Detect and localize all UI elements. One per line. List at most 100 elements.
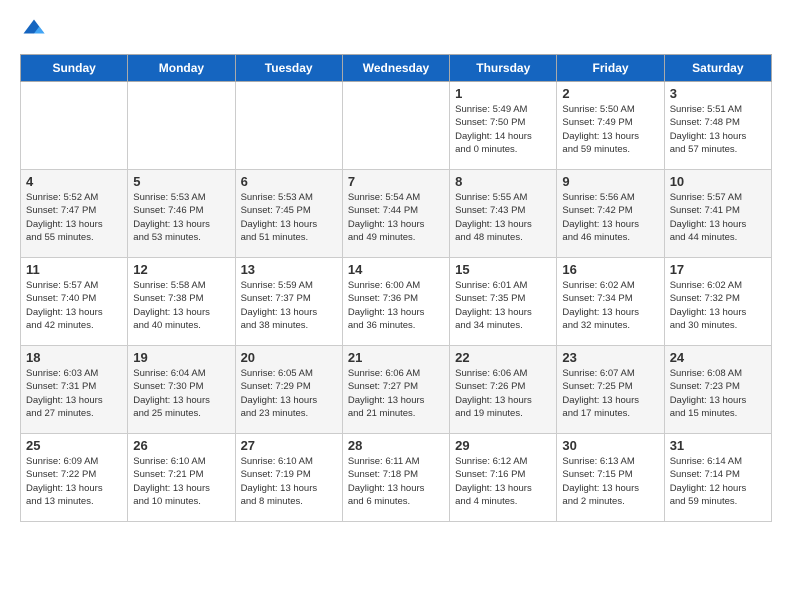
calendar-week-row: 25 Sunrise: 6:09 AM Sunset: 7:22 PM Dayli… (21, 434, 772, 522)
empty-day-cell (128, 82, 235, 170)
calendar-day-cell: 23Sunrise: 6:07 AM Sunset: 7:25 PM Dayli… (557, 346, 664, 434)
day-info: Sunrise: 5:52 AM Sunset: 7:47 PM Dayligh… (26, 191, 122, 244)
logo (20, 16, 52, 44)
day-number: 23 (562, 350, 658, 365)
day-number: 29 (455, 438, 551, 453)
day-number: 27 (241, 438, 337, 453)
day-number: 5 (133, 174, 229, 189)
calendar-day-cell: 15Sunrise: 6:01 AM Sunset: 7:35 PM Dayli… (450, 258, 557, 346)
calendar-day-cell: 21 Sunrise: 6:06 AM Sunset: 7:27 PM Dayli… (342, 346, 449, 434)
calendar-day-cell: 11Sunrise: 5:57 AM Sunset: 7:40 PM Dayli… (21, 258, 128, 346)
day-info: Sunrise: 5:50 AM Sunset: 7:49 PM Dayligh… (562, 103, 658, 156)
calendar-day-cell: 13 Sunrise: 5:59 AM Sunset: 7:37 PM Dayli… (235, 258, 342, 346)
day-info: Sunrise: 5:53 AM Sunset: 7:45 PM Dayligh… (241, 191, 337, 244)
weekday-header-row: SundayMondayTuesdayWednesdayThursdayFrid… (21, 55, 772, 82)
day-info: Sunrise: 6:01 AM Sunset: 7:35 PM Dayligh… (455, 279, 551, 332)
calendar-day-cell: 8 Sunrise: 5:55 AM Sunset: 7:43 PM Daylig… (450, 170, 557, 258)
calendar-day-cell: 6 Sunrise: 5:53 AM Sunset: 7:45 PM Daylig… (235, 170, 342, 258)
calendar-day-cell: 5 Sunrise: 5:53 AM Sunset: 7:46 PM Daylig… (128, 170, 235, 258)
empty-day-cell (21, 82, 128, 170)
calendar-day-cell: 1Sunrise: 5:49 AM Sunset: 7:50 PM Daylig… (450, 82, 557, 170)
day-number: 20 (241, 350, 337, 365)
day-number: 10 (670, 174, 766, 189)
day-info: Sunrise: 5:55 AM Sunset: 7:43 PM Dayligh… (455, 191, 551, 244)
day-info: Sunrise: 5:58 AM Sunset: 7:38 PM Dayligh… (133, 279, 229, 332)
empty-day-cell (342, 82, 449, 170)
day-info: Sunrise: 6:08 AM Sunset: 7:23 PM Dayligh… (670, 367, 766, 420)
calendar-day-cell: 7Sunrise: 5:54 AM Sunset: 7:44 PM Daylig… (342, 170, 449, 258)
calendar-week-row: 11Sunrise: 5:57 AM Sunset: 7:40 PM Dayli… (21, 258, 772, 346)
day-info: Sunrise: 5:59 AM Sunset: 7:37 PM Dayligh… (241, 279, 337, 332)
day-info: Sunrise: 6:10 AM Sunset: 7:21 PM Dayligh… (133, 455, 229, 508)
day-info: Sunrise: 6:02 AM Sunset: 7:34 PM Dayligh… (562, 279, 658, 332)
day-info: Sunrise: 6:10 AM Sunset: 7:19 PM Dayligh… (241, 455, 337, 508)
page-header (20, 16, 772, 44)
calendar-day-cell: 25 Sunrise: 6:09 AM Sunset: 7:22 PM Dayli… (21, 434, 128, 522)
day-number: 17 (670, 262, 766, 277)
calendar-day-cell: 16 Sunrise: 6:02 AM Sunset: 7:34 PM Dayli… (557, 258, 664, 346)
day-number: 7 (348, 174, 444, 189)
day-number: 30 (562, 438, 658, 453)
weekday-header-sunday: Sunday (21, 55, 128, 82)
day-number: 13 (241, 262, 337, 277)
calendar-day-cell: 19 Sunrise: 6:04 AM Sunset: 7:30 PM Dayli… (128, 346, 235, 434)
calendar-day-cell: 22 Sunrise: 6:06 AM Sunset: 7:26 PM Dayli… (450, 346, 557, 434)
day-number: 14 (348, 262, 444, 277)
day-info: Sunrise: 5:53 AM Sunset: 7:46 PM Dayligh… (133, 191, 229, 244)
day-number: 2 (562, 86, 658, 101)
weekday-header-wednesday: Wednesday (342, 55, 449, 82)
day-info: Sunrise: 6:11 AM Sunset: 7:18 PM Dayligh… (348, 455, 444, 508)
calendar-day-cell: 4 Sunrise: 5:52 AM Sunset: 7:47 PM Daylig… (21, 170, 128, 258)
calendar-day-cell: 28 Sunrise: 6:11 AM Sunset: 7:18 PM Dayli… (342, 434, 449, 522)
day-number: 8 (455, 174, 551, 189)
calendar-day-cell: 14 Sunrise: 6:00 AM Sunset: 7:36 PM Dayli… (342, 258, 449, 346)
day-info: Sunrise: 6:05 AM Sunset: 7:29 PM Dayligh… (241, 367, 337, 420)
calendar-day-cell: 18Sunrise: 6:03 AM Sunset: 7:31 PM Dayli… (21, 346, 128, 434)
day-number: 16 (562, 262, 658, 277)
day-number: 1 (455, 86, 551, 101)
day-number: 28 (348, 438, 444, 453)
day-number: 3 (670, 86, 766, 101)
day-number: 4 (26, 174, 122, 189)
day-number: 12 (133, 262, 229, 277)
calendar-day-cell: 29 Sunrise: 6:12 AM Sunset: 7:16 PM Dayli… (450, 434, 557, 522)
calendar-week-row: 4 Sunrise: 5:52 AM Sunset: 7:47 PM Daylig… (21, 170, 772, 258)
day-number: 22 (455, 350, 551, 365)
day-number: 9 (562, 174, 658, 189)
calendar-day-cell: 30 Sunrise: 6:13 AM Sunset: 7:15 PM Dayli… (557, 434, 664, 522)
day-info: Sunrise: 6:02 AM Sunset: 7:32 PM Dayligh… (670, 279, 766, 332)
weekday-header-tuesday: Tuesday (235, 55, 342, 82)
day-info: Sunrise: 6:00 AM Sunset: 7:36 PM Dayligh… (348, 279, 444, 332)
day-number: 6 (241, 174, 337, 189)
day-info: Sunrise: 5:56 AM Sunset: 7:42 PM Dayligh… (562, 191, 658, 244)
day-info: Sunrise: 6:12 AM Sunset: 7:16 PM Dayligh… (455, 455, 551, 508)
calendar-week-row: 1Sunrise: 5:49 AM Sunset: 7:50 PM Daylig… (21, 82, 772, 170)
calendar-day-cell: 17 Sunrise: 6:02 AM Sunset: 7:32 PM Dayli… (664, 258, 771, 346)
logo-icon (20, 16, 48, 44)
calendar-table: SundayMondayTuesdayWednesdayThursdayFrid… (20, 54, 772, 522)
day-number: 25 (26, 438, 122, 453)
day-info: Sunrise: 6:04 AM Sunset: 7:30 PM Dayligh… (133, 367, 229, 420)
calendar-day-cell: 10Sunrise: 5:57 AM Sunset: 7:41 PM Dayli… (664, 170, 771, 258)
day-info: Sunrise: 6:06 AM Sunset: 7:27 PM Dayligh… (348, 367, 444, 420)
day-info: Sunrise: 6:13 AM Sunset: 7:15 PM Dayligh… (562, 455, 658, 508)
calendar-day-cell: 3Sunrise: 5:51 AM Sunset: 7:48 PM Daylig… (664, 82, 771, 170)
calendar-day-cell: 9 Sunrise: 5:56 AM Sunset: 7:42 PM Daylig… (557, 170, 664, 258)
day-info: Sunrise: 6:03 AM Sunset: 7:31 PM Dayligh… (26, 367, 122, 420)
calendar-day-cell: 31 Sunrise: 6:14 AM Sunset: 7:14 PM Dayli… (664, 434, 771, 522)
calendar-day-cell: 27 Sunrise: 6:10 AM Sunset: 7:19 PM Dayli… (235, 434, 342, 522)
day-info: Sunrise: 6:09 AM Sunset: 7:22 PM Dayligh… (26, 455, 122, 508)
day-info: Sunrise: 6:14 AM Sunset: 7:14 PM Dayligh… (670, 455, 766, 508)
empty-day-cell (235, 82, 342, 170)
calendar-day-cell: 24Sunrise: 6:08 AM Sunset: 7:23 PM Dayli… (664, 346, 771, 434)
day-number: 31 (670, 438, 766, 453)
calendar-day-cell: 20 Sunrise: 6:05 AM Sunset: 7:29 PM Dayli… (235, 346, 342, 434)
weekday-header-friday: Friday (557, 55, 664, 82)
day-number: 19 (133, 350, 229, 365)
day-number: 21 (348, 350, 444, 365)
day-number: 11 (26, 262, 122, 277)
weekday-header-monday: Monday (128, 55, 235, 82)
calendar-day-cell: 2 Sunrise: 5:50 AM Sunset: 7:49 PM Daylig… (557, 82, 664, 170)
day-info: Sunrise: 6:06 AM Sunset: 7:26 PM Dayligh… (455, 367, 551, 420)
day-number: 26 (133, 438, 229, 453)
